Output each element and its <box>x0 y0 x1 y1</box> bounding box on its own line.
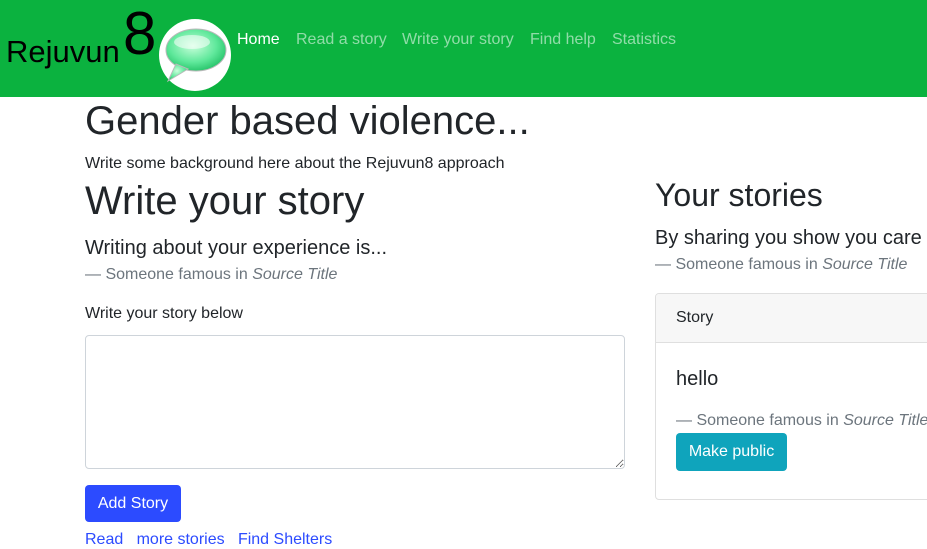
stories-quote: By sharing you show you care <box>655 227 922 249</box>
story-textarea-label: Write your story below <box>85 305 243 322</box>
nav-find-help[interactable]: Find help <box>530 31 596 49</box>
footer-links-text[interactable]: Read more stories Find Shelters <box>85 531 332 548</box>
footer-links[interactable]: Read more stories Find Shelters <box>85 531 332 549</box>
story-textarea[interactable] <box>85 335 625 469</box>
story-text: hello <box>676 368 719 390</box>
quote-source: Source Title <box>843 412 927 429</box>
story-card-footer: — Someone famous in Source Title <box>676 412 927 430</box>
quote-author: — Someone famous in <box>676 412 844 429</box>
quote-author: — Someone famous in <box>655 256 823 273</box>
story-card-title: Story <box>676 309 714 326</box>
quote-source: Source Title <box>822 256 908 273</box>
story-card-header: Story <box>656 294 927 343</box>
quote-author: — Someone famous in <box>85 266 253 283</box>
stories-quote-footer: — Someone famous in Source Title <box>655 256 907 274</box>
nav-read-a-story[interactable]: Read a story <box>296 31 387 49</box>
quote-source: Source Title <box>252 266 338 283</box>
make-public-button[interactable]: Make public <box>676 433 787 471</box>
brand-number[interactable]: 8 <box>123 4 156 64</box>
nav-write-your-story[interactable]: Write your story <box>402 31 514 49</box>
nav-home[interactable]: Home <box>237 31 280 49</box>
nav-statistics[interactable]: Statistics <box>612 31 676 49</box>
brand-name[interactable]: Rejuvun <box>6 34 120 70</box>
intro-text: Write some background here about the Rej… <box>85 155 505 172</box>
write-quote-footer: — Someone famous in Source Title <box>85 266 337 284</box>
story-card: Story hello — Someone famous in Source T… <box>655 293 927 500</box>
your-stories-heading: Your stories <box>655 177 823 213</box>
navbar: Rejuvun 8 Home Read a story Write your s… <box>0 0 927 97</box>
page-title: Gender based violence... <box>85 99 530 143</box>
add-story-button[interactable]: Add Story <box>85 485 181 522</box>
write-quote: Writing about your experience is... <box>85 237 388 259</box>
speech-bubble-icon[interactable] <box>158 18 232 92</box>
write-story-heading: Write your story <box>85 179 365 223</box>
